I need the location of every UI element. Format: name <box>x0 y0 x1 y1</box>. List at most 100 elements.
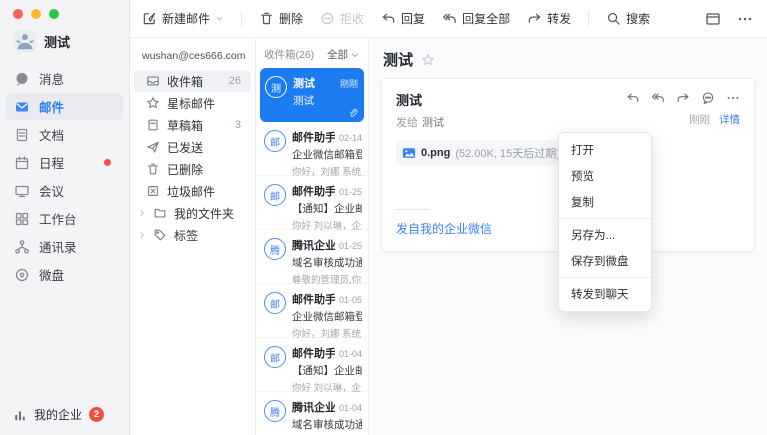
reply-button[interactable]: 回复 <box>381 10 425 27</box>
reply-all-icon[interactable] <box>651 91 665 105</box>
mail-item-row1: 测试刚刚 <box>293 75 358 91</box>
folder-我的文件夹[interactable]: 我的文件夹 <box>134 202 251 224</box>
sidebar-item-label: 工作台 <box>39 209 77 228</box>
sidebar-item-label: 日程 <box>39 153 64 172</box>
menu-item-保存到微盘[interactable]: 保存到微盘 <box>559 248 651 274</box>
sidebar-item-日程[interactable]: 日程 <box>6 149 123 176</box>
folder-label: 已删除 <box>167 161 203 178</box>
folder-垃圾邮件[interactable]: 垃圾邮件 <box>134 180 251 202</box>
sidebar-item-邮件[interactable]: 邮件 <box>6 93 123 120</box>
mail-item-subject: 域名审核成功通知 <box>292 255 362 270</box>
mail-item-body: 测试刚刚测试发自我的企业微信 <box>293 75 358 116</box>
mail-list-header: 收件箱(26) 全部 <box>256 38 368 68</box>
folder-count: 26 <box>229 75 241 87</box>
mail-item-body: 邮件助手01-25【通知】企业邮箱正式启用通知你好 刘以琳，企业已开始使用 <box>292 183 362 223</box>
delete-button[interactable]: 删除 <box>259 10 303 27</box>
reply-icon <box>381 11 396 26</box>
mail-item-subject: 企业微信邮箱登录提醒 <box>292 147 362 162</box>
sidebar-item-会议[interactable]: 会议 <box>6 177 123 204</box>
folder-label: 标签 <box>174 227 198 244</box>
sender-avatar: 腾 <box>264 400 286 422</box>
mail-time: 刚刚 <box>689 114 710 126</box>
sidebar-item-label: 会议 <box>39 181 64 200</box>
chevron-right-icon[interactable] <box>138 231 146 239</box>
folder-已发送[interactable]: 已发送 <box>134 136 251 158</box>
trash-icon <box>259 11 274 26</box>
folder-column: wushan@ces666.com 收件箱26星标邮件草稿箱3已发送已删除垃圾邮… <box>130 38 256 435</box>
mail-list-item[interactable]: 邮邮件助手01-04【通知】企业邮箱正式启用通知你好 刘以琳，企业已开始使用 <box>256 338 368 392</box>
menu-item-预览[interactable]: 预览 <box>559 163 651 189</box>
mail-item-time: 01-05 <box>339 295 362 305</box>
sidebar-item-微盘[interactable]: 微盘 <box>6 261 123 288</box>
reply-icon[interactable] <box>626 91 640 105</box>
compose-button[interactable]: 新建邮件 <box>142 10 224 27</box>
reject-button[interactable]: 拒收 <box>320 10 364 27</box>
mail-meta: 刚刚 详情 <box>689 112 740 127</box>
mail-list-item[interactable]: 腾腾讯企业邮箱01-04域名审核成功通知尊敬的管理员,你的企业邮箱域名 c <box>256 392 368 435</box>
mail-filter-dropdown[interactable]: 全部 <box>327 47 360 62</box>
mail-item-snippet: 你好 刘以琳，企业已开始使用 <box>292 218 362 232</box>
mail-item-row1: 腾讯企业邮箱01-04 <box>292 399 362 415</box>
menu-item-另存为...[interactable]: 另存为... <box>559 222 651 248</box>
folder-已删除[interactable]: 已删除 <box>134 158 251 180</box>
mail-actions <box>626 91 740 105</box>
layout-toggle-icon[interactable] <box>705 11 721 27</box>
reply-all-button[interactable]: 回复全部 <box>442 10 510 27</box>
sender-avatar: 邮 <box>264 130 286 152</box>
sidebar-item-通讯录[interactable]: 通讯录 <box>6 233 123 260</box>
mail-list-item[interactable]: 邮邮件助手01-05企业微信邮箱登录提醒你好，刘娜 系统监测到你的邮箱账 <box>256 284 368 338</box>
star-icon[interactable] <box>421 53 435 67</box>
toolbar-divider <box>588 11 589 27</box>
sender-avatar: 邮 <box>264 184 286 206</box>
more-icon[interactable] <box>726 91 740 105</box>
mail-item-time: 刚刚 <box>340 77 358 90</box>
spam-icon <box>146 184 160 198</box>
more-options-icon[interactable] <box>737 11 753 27</box>
mail-list-column: 收件箱(26) 全部 测测试刚刚测试发自我的企业微信邮邮件助手02-14企业微信… <box>256 38 369 435</box>
reply-label: 回复 <box>401 10 425 27</box>
sidebar-item-工作台[interactable]: 工作台 <box>6 205 123 232</box>
sidebar-item-文档[interactable]: 文档 <box>6 121 123 148</box>
mail-item-time: 01-04 <box>339 349 362 359</box>
folder-星标邮件[interactable]: 星标邮件 <box>134 92 251 114</box>
mail-list-item[interactable]: 腾腾讯企业邮箱01-25域名审核成功通知尊敬的管理员,你的企业邮箱域名 c <box>256 230 368 284</box>
sidebar-item-my-company[interactable]: 我的企业 2 <box>13 406 104 423</box>
mail-subject-title: 测试 <box>383 49 413 70</box>
menu-item-打开[interactable]: 打开 <box>559 137 651 163</box>
folder-count: 3 <box>235 119 241 131</box>
signature-divider <box>396 209 430 210</box>
minimize-window-button[interactable] <box>31 9 41 19</box>
forward-icon <box>527 11 542 26</box>
to-name[interactable]: 测试 <box>422 117 444 129</box>
mail-item-row1: 腾讯企业邮箱01-25 <box>292 237 362 253</box>
menu-item-转发到聊天[interactable]: 转发到聊天 <box>559 281 651 307</box>
close-window-button[interactable] <box>13 9 23 19</box>
to-label: 发给 <box>396 117 418 129</box>
folder-草稿箱[interactable]: 草稿箱3 <box>134 114 251 136</box>
forward-button[interactable]: 转发 <box>527 10 571 27</box>
meeting-icon <box>14 183 30 199</box>
search-label: 搜索 <box>626 10 650 27</box>
mail-list-item[interactable]: 邮邮件助手01-25【通知】企业邮箱正式启用通知你好 刘以琳，企业已开始使用 <box>256 176 368 230</box>
menu-item-复制[interactable]: 复制 <box>559 189 651 215</box>
mail-list-item[interactable]: 测测试刚刚测试发自我的企业微信 <box>260 68 364 122</box>
detail-link[interactable]: 详情 <box>719 114 740 126</box>
folder-标签[interactable]: 标签 <box>134 224 251 246</box>
zoom-window-button[interactable] <box>49 9 59 19</box>
folder-收件箱[interactable]: 收件箱26 <box>134 70 251 92</box>
chevron-right-icon[interactable] <box>138 209 146 217</box>
sidebar-item-消息[interactable]: 消息 <box>6 65 123 92</box>
mail-item-body: 邮件助手02-14企业微信邮箱登录提醒你好，刘娜 系统监测到你的邮箱账 <box>292 129 362 169</box>
reply-all-icon <box>442 11 457 26</box>
account-email[interactable]: wushan@ces666.com <box>130 46 255 70</box>
attachment-meta: (52.00K, 15天后过期) <box>455 145 560 161</box>
profile-name: 测试 <box>44 32 70 51</box>
sidebar-item-label: 邮件 <box>39 97 64 116</box>
menu-divider <box>559 218 651 219</box>
chat-bubble-icon[interactable] <box>701 91 715 105</box>
attachment-context-menu: 打开预览复制另存为...保存到微盘转发到聊天 <box>558 132 652 312</box>
mail-list-item[interactable]: 邮邮件助手02-14企业微信邮箱登录提醒你好，刘娜 系统监测到你的邮箱账 <box>256 122 368 176</box>
send-icon <box>146 140 160 154</box>
forward-icon[interactable] <box>676 91 690 105</box>
search-button[interactable]: 搜索 <box>606 10 650 27</box>
